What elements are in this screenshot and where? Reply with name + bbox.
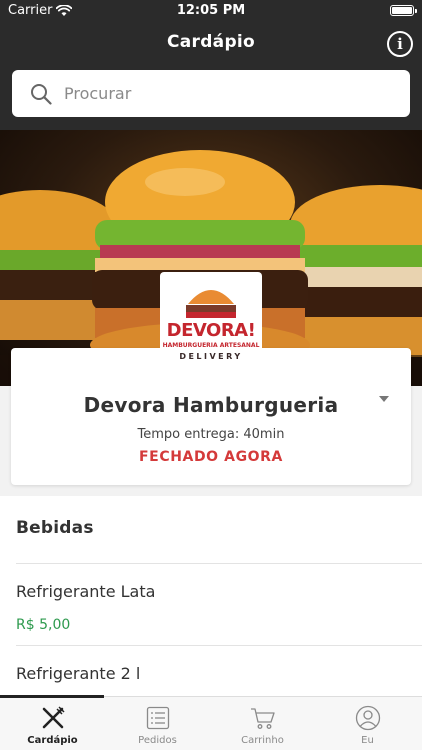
tab-eu[interactable]: Eu [315, 697, 420, 750]
cart-icon [251, 708, 275, 729]
info-icon: i [397, 35, 403, 53]
divider [16, 563, 422, 564]
top-header: Carrier 12:05 PM Cardápio i [0, 0, 422, 130]
logo-title: DEVORA! [166, 320, 256, 341]
menu-list: Bebidas Refrigerante Lata R$ 5,00 Refrig… [0, 496, 422, 696]
tab-label: Cardápio [27, 735, 78, 746]
battery-icon [390, 5, 417, 16]
chevron-down-icon[interactable] [379, 396, 389, 402]
status-bar: Carrier 12:05 PM [0, 0, 422, 22]
search-input[interactable] [64, 84, 394, 103]
restaurant-name: Devora Hamburgueria [83, 393, 339, 417]
tab-cardapio[interactable]: Cardápio [0, 697, 105, 750]
burger-logo-icon [186, 290, 236, 318]
menu-item-name[interactable]: Refrigerante Lata [16, 582, 155, 601]
tab-label: Pedidos [138, 735, 177, 746]
search-bar[interactable] [12, 70, 410, 117]
tab-label: Carrinho [241, 735, 284, 746]
delivery-time: Tempo entrega: 40min [137, 427, 285, 442]
list-icon [146, 706, 170, 730]
menu-item-price: R$ 5,00 [16, 617, 71, 633]
user-icon [355, 705, 381, 731]
logo-delivery: DELIVERY [179, 352, 243, 361]
info-button[interactable]: i [387, 31, 413, 57]
tab-pedidos[interactable]: Pedidos [105, 697, 210, 750]
restaurant-info-card[interactable]: Devora Hamburgueria Tempo entrega: 40min… [11, 348, 411, 485]
divider [16, 645, 422, 646]
app-screen: Carrier 12:05 PM Cardápio i Procurar DEV… [0, 0, 422, 750]
status-badge: FECHADO AGORA [139, 449, 283, 465]
fork-knife-icon [42, 706, 65, 729]
search-icon [31, 83, 52, 105]
tab-carrinho[interactable]: Carrinho [210, 697, 315, 750]
status-time: 12:05 PM [176, 3, 246, 18]
page-title: Cardápio [166, 32, 256, 52]
restaurant-logo: DEVORA! HAMBURGUERIA ARTESANAL DELIVERY [160, 272, 262, 368]
category-title: Bebidas [16, 518, 94, 538]
logo-subtitle: HAMBURGUERIA ARTESANAL [162, 342, 260, 349]
menu-item-name[interactable]: Refrigerante 2 l [16, 664, 140, 683]
tab-label: Eu [361, 735, 374, 746]
tab-bar: Cardápio Pedidos Carrinho Eu [0, 695, 422, 750]
